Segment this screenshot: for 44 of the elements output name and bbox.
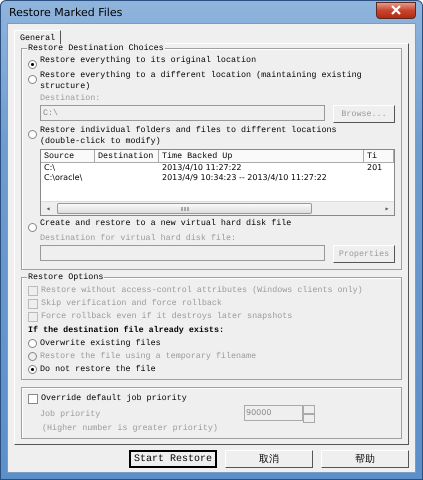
tab[interactable]: General — [14, 30, 62, 44]
field-label: Destination: — [40, 93, 102, 104]
file-list[interactable]: Source Destination Time Backed Up Ti C:\ 2013/4/10 11:27:22 201 C:\oracle\ 2013/4/9 10:34:23 -- 2013/4/10 11:27:22 ◂ ▸ — [40, 149, 395, 216]
option-label: Restore everything to a different location (maintaining existing structure) — [40, 70, 363, 92]
table-cell-text: 2013/4/10 11:27:22 — [161, 163, 242, 173]
column-header[interactable]: Source — [41, 150, 95, 163]
option-label: Overwrite existing files — [40, 338, 161, 349]
group-title: Restore Options — [27, 272, 104, 283]
column-header[interactable]: Ti — [364, 150, 394, 163]
option-label: Do not restore the file — [40, 364, 156, 375]
field-label: Job priority — [40, 408, 100, 420]
table-cell-text: 201 — [366, 163, 384, 173]
radio-button[interactable] — [28, 339, 37, 348]
radio-button[interactable] — [28, 365, 37, 374]
column-header[interactable]: Time Backed Up — [159, 150, 364, 163]
field-label: Destination for virtual hard disk file: — [40, 233, 238, 244]
button[interactable]: 取消 — [225, 450, 313, 468]
scroll-right-arrow[interactable]: ▸ — [380, 204, 394, 214]
radio-button[interactable] — [28, 130, 37, 139]
checkbox-label: Force rollback even if it destroys later snapshots — [41, 311, 292, 322]
checkbox-label: Skip verification and force rollback — [41, 298, 222, 309]
horizontal-scrollbar[interactable]: ◂ ▸ — [41, 201, 394, 215]
window-title: Restore Marked Files — [8, 6, 122, 18]
section-label: If the destination file already exists: — [28, 325, 226, 336]
option-label: Restore individual folders and files to different locations (double-click to modify) — [40, 125, 338, 147]
button[interactable]: Start Restore — [129, 450, 217, 468]
close-icon — [391, 5, 401, 15]
radio-button[interactable] — [28, 60, 37, 69]
hint-text: (Higher number is greater priority) — [41, 423, 219, 434]
table-cell-text: C:\oracle\ — [43, 173, 84, 183]
option-label: Restore the file using a temporary filename — [40, 351, 256, 362]
checkbox-label: Override default job priority — [41, 393, 187, 404]
spin-buttons[interactable] — [303, 405, 315, 423]
close-button[interactable] — [376, 2, 416, 18]
checkbox-label: Restore without access-control attributes (Windows clients only) — [41, 285, 363, 296]
option-label: Restore everything to its original location — [40, 55, 256, 66]
option-label: Create and restore to a new virtual hard disk file — [40, 218, 292, 229]
column-header[interactable]: Destination — [95, 150, 159, 163]
scroll-left-arrow[interactable]: ◂ — [41, 204, 55, 214]
button[interactable]: 帮助 — [321, 450, 409, 468]
scroll-thumb[interactable] — [57, 203, 312, 214]
table-cell-text: C:\ — [43, 163, 56, 173]
table-cell-text: 2013/4/9 10:34:23 -- 2013/4/10 11:27:22 — [161, 173, 328, 183]
grip-icon — [180, 206, 188, 212]
